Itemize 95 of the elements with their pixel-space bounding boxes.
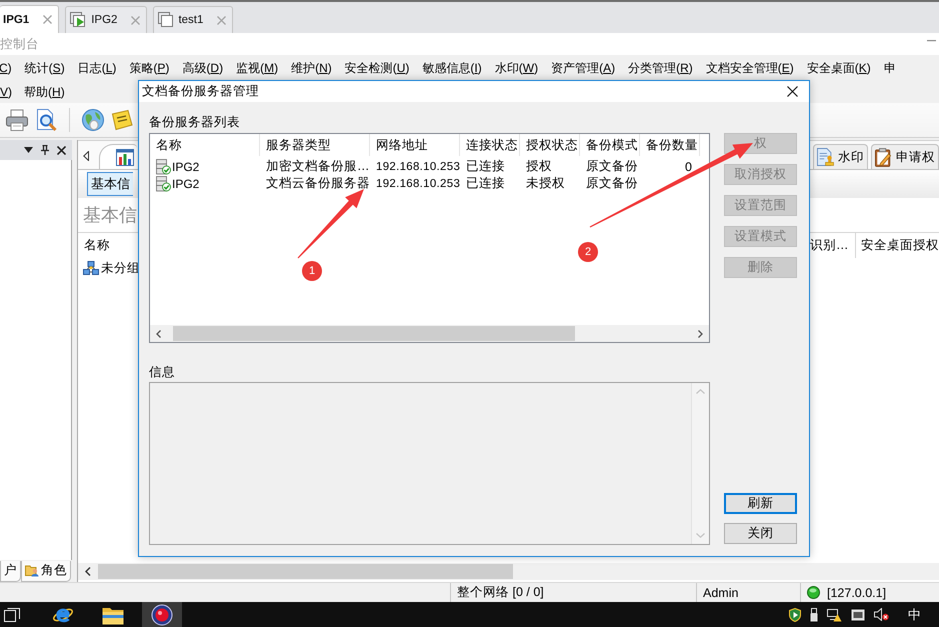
- dialog-button[interactable]: 刷新: [724, 493, 797, 514]
- speaker-muted-icon[interactable]: [874, 608, 889, 621]
- table-cell-text: 已连接: [465, 175, 506, 192]
- target-app-icon: [151, 604, 173, 626]
- scrollbar-thumb[interactable]: [173, 326, 575, 341]
- usb-icon[interactable]: [810, 608, 818, 622]
- column-header[interactable]: 网络地址: [370, 134, 460, 156]
- column-header[interactable]: 备份模式: [580, 134, 640, 156]
- menu-item[interactable]: 敏感信息(I): [422, 60, 482, 76]
- table-cell-text: 加密文档备份服…: [265, 158, 370, 175]
- horizontal-scrollbar[interactable]: [150, 325, 709, 342]
- server-address: [127.0.0.1]: [827, 586, 886, 600]
- table-cell-text: 已连接: [465, 158, 506, 175]
- table-cell-text: 未授权: [525, 175, 566, 192]
- menu-item[interactable]: V): [0, 84, 12, 100]
- printer-icon[interactable]: [5, 108, 29, 132]
- menu-item[interactable]: 安全桌面(K): [806, 60, 871, 76]
- document-tab[interactable]: IPG2: [65, 6, 148, 33]
- panel-tab[interactable]: 户: [0, 560, 21, 582]
- document-stamp-icon: [817, 148, 834, 166]
- window-icon: [158, 12, 174, 28]
- column-header[interactable]: 连接状态: [460, 134, 520, 156]
- server-check-icon: [156, 158, 171, 174]
- table-cell-text: 192.168.10.253: [375, 160, 460, 174]
- document-tab[interactable]: test1: [153, 6, 234, 33]
- server-check-icon: [156, 176, 171, 192]
- table-cell-text: 授权: [525, 158, 553, 175]
- dropdown-arrow-icon[interactable]: [24, 147, 33, 153]
- taskbar-button[interactable]: [142, 602, 182, 627]
- minimize-icon[interactable]: [927, 40, 936, 42]
- bar-chart-icon: [116, 148, 134, 166]
- table-cell-text: 192.168.10.253: [375, 176, 460, 192]
- menu-item[interactable]: 资产管理(A): [551, 60, 616, 76]
- column-header[interactable]: 授权状态: [520, 134, 580, 156]
- user-name: Admin: [703, 586, 738, 600]
- section-label: 信息: [149, 364, 175, 380]
- task-view-icon[interactable]: [4, 608, 20, 622]
- document-tab[interactable]: IPG1: [0, 5, 60, 33]
- table-cell: IPG2: [172, 160, 200, 174]
- input-method-indicator[interactable]: 中: [908, 606, 921, 624]
- column-header[interactable]: 备份数量: [640, 134, 700, 156]
- panel-tab[interactable]: 角色: [21, 560, 71, 582]
- network-status: 整个网络 [0 / 0]: [457, 584, 544, 601]
- menu-item[interactable]: 文档安全管理(E): [706, 60, 794, 76]
- clipboard-pencil-icon: [875, 148, 892, 166]
- column-header[interactable]: 服务器类型: [260, 134, 370, 156]
- column-header[interactable]: 名称: [150, 134, 260, 156]
- menu-item[interactable]: 统计(S): [24, 60, 65, 76]
- section-heading: 基本信: [83, 204, 137, 227]
- horizontal-scrollbar[interactable]: [78, 563, 939, 580]
- status-led-icon: [807, 586, 820, 599]
- menu-item[interactable]: 维护(N): [291, 60, 332, 76]
- menu-item[interactable]: 日志(L): [78, 60, 116, 76]
- folder-person-icon: [25, 564, 39, 577]
- menu-item[interactable]: 策略(P): [129, 60, 170, 76]
- note-icon[interactable]: [110, 108, 134, 132]
- column-header[interactable]: 名称: [84, 237, 110, 254]
- column-header[interactable]: 安全桌面授权: [856, 233, 939, 258]
- document-tab[interactable]: [99, 144, 137, 169]
- table-cell: IPG2: [172, 176, 200, 190]
- close-icon[interactable]: [787, 86, 798, 97]
- tree-item[interactable]: 未分组: [101, 260, 140, 276]
- section-label: 备份服务器列表: [149, 114, 240, 130]
- network-warning-icon[interactable]: [827, 608, 842, 622]
- menu-item[interactable]: 水印(W): [494, 60, 538, 76]
- table-cell-text: 0: [684, 158, 693, 175]
- pin-icon[interactable]: [41, 145, 49, 155]
- shield-play-icon[interactable]: [789, 608, 801, 622]
- scroll-right-icon[interactable]: [698, 330, 703, 338]
- scroll-left-icon[interactable]: [85, 567, 91, 576]
- dialog-title: 文档备份服务器管理: [142, 83, 259, 100]
- scroll-left-icon[interactable]: [83, 151, 89, 161]
- console-title: 控制台: [0, 36, 39, 52]
- document-tab[interactable]: 申请权: [871, 144, 939, 169]
- table-cell-text: 文档云备份服务器: [265, 175, 370, 192]
- scroll-left-icon[interactable]: [156, 330, 161, 338]
- tray-app-icon[interactable]: [851, 608, 865, 620]
- menu-item[interactable]: 申: [884, 60, 896, 76]
- close-icon[interactable]: [57, 146, 66, 154]
- network-group-icon: [83, 260, 99, 276]
- menu-item[interactable]: 高级(D): [182, 60, 224, 76]
- globe-icon[interactable]: [81, 108, 105, 132]
- table-cell-text: 原文备份: [585, 158, 639, 175]
- annotation-arrow: [298, 189, 364, 258]
- table-cell-text: 原文备份: [585, 175, 639, 192]
- window-play-icon: [70, 12, 88, 28]
- menu-item[interactable]: 安全检测(U): [344, 60, 410, 76]
- menu-item[interactable]: 帮助(H): [24, 84, 65, 100]
- scrollbar-thumb[interactable]: [98, 564, 513, 579]
- menu-item[interactable]: 监视(M): [236, 60, 278, 76]
- menu-item[interactable]: 分类管理(R): [628, 60, 693, 76]
- document-tab[interactable]: 水印: [813, 144, 868, 169]
- dialog-button[interactable]: 关闭: [724, 523, 797, 544]
- document-magnifier-icon[interactable]: [34, 108, 58, 132]
- basic-info-button[interactable]: 基本信: [87, 172, 133, 196]
